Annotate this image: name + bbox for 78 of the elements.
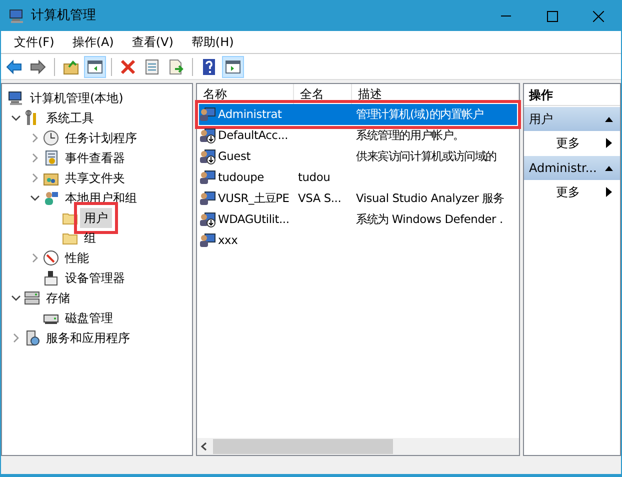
- expand-caret-icon[interactable]: [11, 333, 21, 343]
- event-log-icon: [43, 150, 59, 166]
- tree-item[interactable]: 服务和应用程序: [42, 328, 134, 348]
- help-icon: [200, 58, 218, 76]
- gauge-icon: [43, 250, 59, 266]
- menu-item[interactable]: 文件(F): [5, 33, 64, 51]
- table-cell-text: Guest: [218, 148, 250, 165]
- menu-item[interactable]: 帮助(H): [182, 33, 243, 51]
- collapse-caret-icon[interactable]: [11, 113, 21, 123]
- collapse-caret-icon[interactable]: [30, 193, 40, 203]
- export-icon: [167, 58, 185, 76]
- action-section-header[interactable]: 用户: [524, 107, 620, 131]
- menu-item[interactable]: 查看(V): [122, 33, 182, 51]
- computer-icon: [8, 90, 24, 106]
- table-cell: 系统为 Windows Defender .: [356, 212, 503, 226]
- table-cell-text: VUSR_土豆PE: [218, 190, 290, 207]
- table-cell: 系统管理的用户帐户。: [356, 128, 464, 142]
- menu-item[interactable]: 操作(A): [63, 33, 123, 51]
- action-item[interactable]: 更多: [524, 180, 620, 204]
- user-row[interactable]: Administrat 管理计算机(域)的内置帐户: [199, 104, 517, 125]
- action-item[interactable]: 更多: [524, 131, 620, 155]
- table-cell: 管理计算机(域)的内置帐户: [356, 106, 484, 121]
- properties-icon: [143, 58, 161, 76]
- table-cell-text: xxx: [218, 232, 238, 249]
- users-icon: [43, 190, 59, 206]
- tree-item[interactable]: 事件查看器: [61, 148, 129, 168]
- expand-caret-icon[interactable]: [30, 173, 40, 183]
- delete-icon: [119, 58, 137, 76]
- device-icon: [43, 270, 59, 286]
- user-row[interactable]: VUSR_土豆PE VSA S... Visual Studio Analyzer 服务: [199, 188, 517, 209]
- toolbar-button[interactable]: [222, 56, 244, 78]
- pane-icon: [224, 58, 242, 76]
- table-cell: Visual Studio Analyzer 服务: [356, 190, 504, 205]
- minimize-icon: [501, 15, 511, 17]
- section-title: Administr...: [529, 160, 597, 177]
- table-cell: tudou: [298, 170, 330, 184]
- tree-item[interactable]: 存储: [42, 288, 74, 308]
- services-icon: [24, 330, 40, 346]
- table-cell: VSA S...: [298, 190, 342, 205]
- table-cell-text: DefaultAcc...: [218, 126, 288, 144]
- submenu-arrow-icon: [606, 138, 612, 148]
- expand-caret-icon[interactable]: [30, 153, 40, 163]
- tree-item[interactable]: 设备管理器: [61, 268, 129, 288]
- tree-item[interactable]: 磁盘管理: [61, 308, 117, 328]
- collapse-icon[interactable]: [604, 164, 614, 172]
- folder-up-icon: [62, 58, 80, 76]
- tree-item[interactable]: 计算机管理(本地): [26, 88, 128, 108]
- close-icon: [592, 10, 604, 22]
- collapse-caret-icon[interactable]: [11, 293, 21, 303]
- window-title: 计算机管理: [31, 7, 96, 26]
- toolbar-button[interactable]: [84, 56, 106, 78]
- tree-item[interactable]: 系统工具: [42, 108, 98, 128]
- back-icon: [5, 58, 23, 76]
- user-row[interactable]: tudoupe tudou: [199, 167, 517, 188]
- maximize-icon: [546, 10, 558, 22]
- scrollbar-thumb[interactable]: [213, 439, 393, 454]
- collapse-icon[interactable]: [604, 115, 614, 123]
- table-cell-text: tudoupe: [218, 168, 264, 186]
- user-row[interactable]: xxx: [199, 230, 517, 251]
- clock-icon: [43, 130, 59, 146]
- storage-icon: [24, 290, 40, 306]
- table-cell: 供来宾访问计算机或访问域的: [356, 148, 496, 163]
- pane-icon: [86, 58, 104, 76]
- forward-icon: [29, 58, 47, 76]
- tree-item[interactable]: 组: [80, 228, 100, 248]
- tree-item[interactable]: 任务计划程序: [61, 128, 141, 148]
- tree-item[interactable]: 共享文件夹: [61, 168, 129, 188]
- actions-header: 操作: [524, 84, 620, 106]
- action-section-header[interactable]: Administr...: [524, 156, 620, 180]
- tree-item[interactable]: 用户: [80, 208, 112, 228]
- table-cell-text: WDAGUtilit...: [218, 210, 290, 228]
- computer-icon: [9, 8, 25, 24]
- section-title: 用户: [529, 111, 553, 128]
- submenu-arrow-icon: [606, 187, 612, 197]
- expand-caret-icon[interactable]: [30, 253, 40, 263]
- tree-item[interactable]: 性能: [61, 248, 93, 268]
- expand-caret-icon[interactable]: [30, 133, 40, 143]
- table-cell-text: Administrat: [218, 106, 282, 123]
